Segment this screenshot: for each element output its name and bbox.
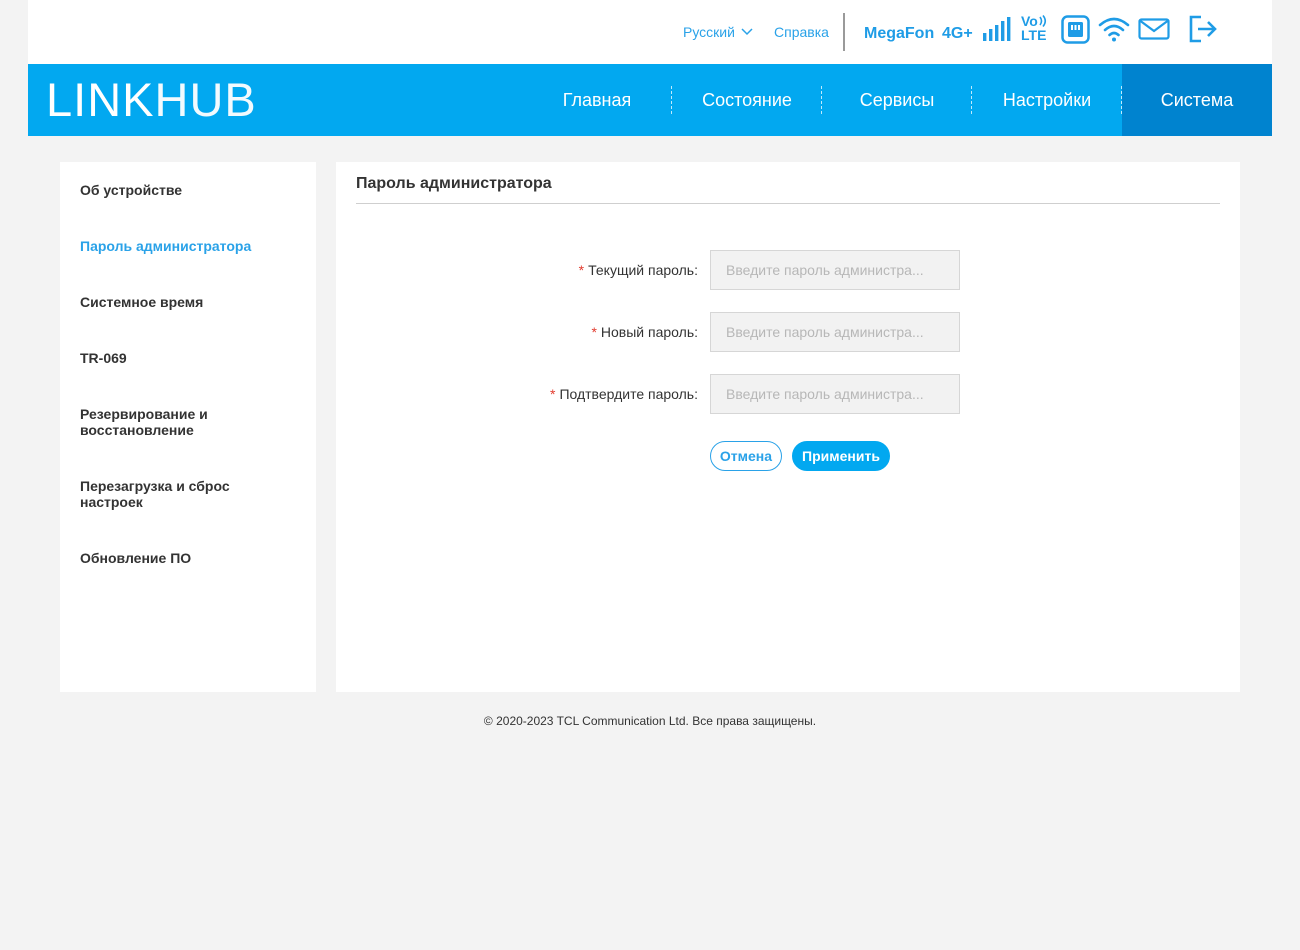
wifi-icon[interactable] [1098,16,1130,42]
main-navbar: LINKHUB Главная Состояние Сервисы Настро… [28,64,1272,136]
sidebar-item-firmware-update[interactable]: Обновление ПО [80,550,290,566]
nav-status[interactable]: Состояние [672,64,822,136]
required-mark: * [591,324,597,340]
logo-part-link: LINK [46,73,155,126]
top-divider [843,13,845,51]
language-selector[interactable]: Русский [683,24,753,40]
volte-icon: Vo LTE [1021,14,1051,42]
admin-password-panel: Пароль администратора * Текущий пароль: *… [336,162,1240,692]
system-sidebar: Об устройстве Пароль администратора Сист… [60,162,316,692]
sidebar-item-device-info[interactable]: Об устройстве [80,182,290,198]
nav-services[interactable]: Сервисы [822,64,972,136]
page-title: Пароль администратора [356,175,552,192]
nav-system[interactable]: Система [1122,64,1272,136]
envelope-icon[interactable] [1138,18,1170,40]
new-password-label-text: Новый пароль: [600,324,698,340]
top-status-bar: Русский Справка MegaFon 4G+ Vo LTE [28,0,1272,64]
nav-home[interactable]: Главная [522,64,672,136]
operator-name: MegaFon [864,25,935,42]
volte-vo-label: Vo [1021,13,1038,29]
current-password-label-text: Текущий пароль: [588,262,698,278]
sidebar-item-admin-password[interactable]: Пароль администратора [80,238,290,254]
apply-button[interactable]: Применить [792,441,890,471]
sim-card-icon[interactable] [1061,15,1090,44]
language-label: Русский [683,24,735,40]
current-password-input[interactable] [710,250,960,290]
linkhub-logo: LINKHUB [46,76,257,123]
footer-copyright: © 2020-2023 TCL Communication Ltd. Все п… [483,714,817,728]
volte-lte-label: LTE [1021,27,1047,43]
required-mark: * [549,386,556,402]
logo-part-hub: HUB [154,73,257,126]
network-type: 4G+ [942,25,973,42]
new-password-label: * Новый пароль: [591,324,698,340]
title-divider [356,203,1220,204]
help-link[interactable]: Справка [774,24,829,40]
required-mark: * [578,262,585,278]
sidebar-item-reboot-reset[interactable]: Перезагрузка и сброс настроек [80,478,245,510]
new-password-input[interactable] [710,312,960,352]
nav-settings[interactable]: Настройки [972,64,1122,136]
signal-bars-icon [983,17,1011,41]
volte-wave-icon [1039,15,1046,27]
cancel-button[interactable]: Отмена [710,441,782,471]
sidebar-item-tr069[interactable]: TR-069 [80,350,290,366]
current-password-label: * Текущий пароль: [579,262,698,278]
logout-icon[interactable] [1188,15,1218,43]
confirm-password-label-text: Подтвердите пароль: [559,386,698,402]
chevron-down-icon [741,28,753,36]
confirm-password-input[interactable] [710,374,960,414]
sidebar-item-system-time[interactable]: Системное время [80,294,290,310]
confirm-password-label: * Подтвердите пароль: [550,386,698,402]
sidebar-item-backup-restore[interactable]: Резервирование и восстановление [80,406,230,438]
